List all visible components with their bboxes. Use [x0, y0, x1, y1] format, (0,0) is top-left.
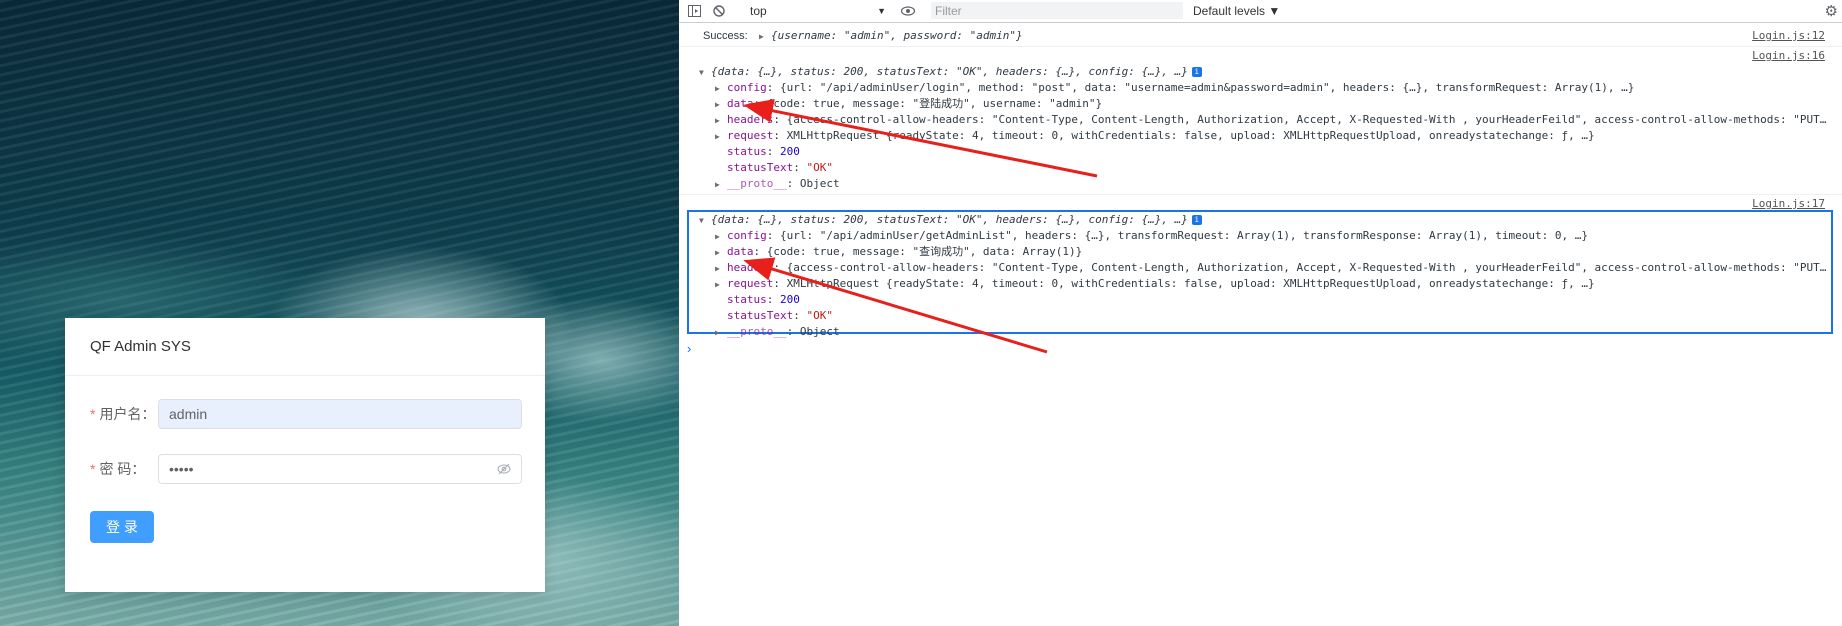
message-divider [679, 194, 1842, 195]
property-row-statustext: statusText: "OK" [727, 309, 833, 322]
property-key: data [727, 97, 754, 110]
login-card: QF Admin SYS * 用户名： admin * 密 码： ••••• 登 录 [65, 318, 545, 592]
property-row-headers[interactable]: ▶ headers: {access-control-allow-headers:… [679, 112, 1842, 128]
console-toolbar: top ▼ Filter Default levels ▼ ⚙ [679, 0, 1842, 23]
expand-triangle-icon[interactable]: ▶ [715, 129, 727, 144]
property-key: status [727, 293, 767, 306]
property-value: XMLHttpRequest {readyState: 4, timeout: … [786, 277, 1595, 290]
expand-triangle-icon[interactable]: ▶ [759, 29, 771, 44]
log-label: Success: [703, 30, 748, 42]
property-value: XMLHttpRequest {readyState: 4, timeout: … [786, 129, 1595, 142]
collapse-triangle-icon[interactable]: ▼ [699, 213, 711, 228]
eye-slash-icon[interactable] [497, 463, 511, 475]
context-selector[interactable]: top ▼ [750, 2, 888, 19]
property-key: config [727, 229, 767, 242]
summary-text: {data: {…}, status: 200, statusText: "OK… [711, 65, 1188, 78]
expand-triangle-icon[interactable]: ▶ [715, 177, 727, 192]
login-card-title: QF Admin SYS [65, 318, 545, 376]
eye-icon[interactable] [900, 3, 916, 19]
property-key: statusText [727, 309, 794, 322]
devtools-console: top ▼ Filter Default levels ▼ ⚙ Success:… [679, 0, 1842, 626]
expand-triangle-icon[interactable]: ▶ [715, 261, 727, 276]
console-message-success: Success: ▶ {username: "admin", password: … [679, 28, 1842, 44]
property-row-statustext: statusText: "OK" [727, 161, 833, 174]
property-value: "OK" [806, 161, 833, 174]
response-summary[interactable]: ▼ {data: {…}, status: 200, statusText: "O… [679, 64, 1842, 80]
property-row-data[interactable]: ▶ data: {code: true, message: "查询成功", dat… [679, 244, 1842, 260]
property-row-status: status: 200 [727, 145, 800, 158]
required-mark: * [90, 406, 96, 422]
property-value: "OK" [806, 309, 833, 322]
property-row-proto[interactable]: ▶ __proto__: Object [679, 324, 1842, 340]
property-row-request[interactable]: ▶ request: XMLHttpRequest {readyState: 4,… [679, 128, 1842, 144]
log-object-text: {username: "admin", password: "admin"} [771, 29, 1023, 42]
property-key: statusText [727, 161, 794, 174]
password-value: ••••• [169, 461, 194, 477]
response-summary[interactable]: ▼ {data: {…}, status: 200, statusText: "O… [679, 212, 1842, 228]
expand-triangle-icon[interactable]: ▶ [715, 81, 727, 96]
property-key: headers [727, 113, 774, 126]
console-source-row: Login.js:16 [679, 48, 1842, 64]
dropdown-arrow-icon: ▼ [877, 5, 886, 16]
expand-triangle-icon[interactable]: ▶ [715, 245, 727, 260]
password-row: * 密 码： ••••• [90, 454, 522, 484]
property-value: {code: true, message: "查询成功", data: Arra… [766, 245, 1083, 258]
summary-text: {data: {…}, status: 200, statusText: "OK… [711, 213, 1188, 226]
collapse-triangle-icon[interactable]: ▼ [699, 65, 711, 80]
property-value: 200 [780, 293, 800, 306]
property-key: __proto__ [727, 177, 787, 190]
expand-triangle-icon[interactable]: ▶ [715, 325, 727, 340]
property-key: config [727, 81, 767, 94]
expand-triangle-icon[interactable]: ▶ [715, 97, 727, 112]
required-mark: * [90, 461, 96, 477]
property-value: Object [799, 177, 840, 190]
login-button[interactable]: 登 录 [90, 511, 154, 543]
property-key: __proto__ [727, 325, 787, 338]
sidebar-toggle-icon[interactable] [686, 3, 702, 19]
login-page: QF Admin SYS * 用户名： admin * 密 码： ••••• 登 录 [0, 0, 679, 626]
password-label: * 密 码： [90, 461, 146, 477]
filter-input[interactable]: Filter [931, 2, 1183, 19]
source-link[interactable]: Login.js:12 [1752, 28, 1825, 44]
property-key: request [727, 129, 774, 142]
property-row-config[interactable]: ▶ config: {url: "/api/adminUser/login", m… [679, 80, 1842, 96]
expand-triangle-icon[interactable]: ▶ [715, 229, 727, 244]
property-key: headers [727, 261, 774, 274]
info-icon: i [1191, 215, 1202, 225]
expand-triangle-icon[interactable]: ▶ [715, 277, 727, 292]
property-key: data [727, 245, 754, 258]
property-row-headers[interactable]: ▶ headers: {access-control-allow-headers:… [679, 260, 1842, 276]
property-row-config[interactable]: ▶ config: {url: "/api/adminUser/getAdminL… [679, 228, 1842, 244]
username-row: * 用户名： admin [90, 399, 522, 429]
message-divider [679, 46, 1842, 47]
source-link[interactable]: Login.js:16 [1752, 48, 1825, 64]
levels-dropdown[interactable]: Default levels ▼ [1193, 2, 1280, 19]
property-row-data[interactable]: ▶ data: {code: true, message: "登陆成功", use… [679, 96, 1842, 112]
password-input[interactable]: ••••• [158, 454, 522, 484]
property-value: 200 [780, 145, 800, 158]
username-label: * 用户名： [90, 406, 156, 422]
property-key: status [727, 145, 767, 158]
property-value: {url: "/api/adminUser/login", method: "p… [780, 81, 1635, 94]
property-key: request [727, 277, 774, 290]
property-row-proto[interactable]: ▶ __proto__: Object [679, 176, 1842, 192]
property-row-request[interactable]: ▶ request: XMLHttpRequest {readyState: 4,… [679, 276, 1842, 292]
console-prompt[interactable]: › [687, 341, 691, 356]
gear-icon[interactable]: ⚙ [1825, 2, 1838, 20]
info-icon: i [1191, 67, 1202, 77]
property-value: Object [799, 325, 840, 338]
context-value: top [750, 3, 767, 18]
property-value: {access-control-allow-headers: "Content-… [786, 113, 1827, 126]
expand-triangle-icon[interactable]: ▶ [715, 113, 727, 128]
property-value: {access-control-allow-headers: "Content-… [786, 261, 1827, 274]
property-row-status: status: 200 [727, 293, 800, 306]
property-value: {url: "/api/adminUser/getAdminList", hea… [780, 229, 1588, 242]
property-value: {code: true, message: "登陆成功", username: … [766, 97, 1103, 110]
clear-console-icon[interactable] [711, 3, 727, 19]
log-object-collapsed[interactable]: ▶ {username: "admin", password: "admin"} [759, 28, 1023, 44]
username-input[interactable]: admin [158, 399, 522, 429]
